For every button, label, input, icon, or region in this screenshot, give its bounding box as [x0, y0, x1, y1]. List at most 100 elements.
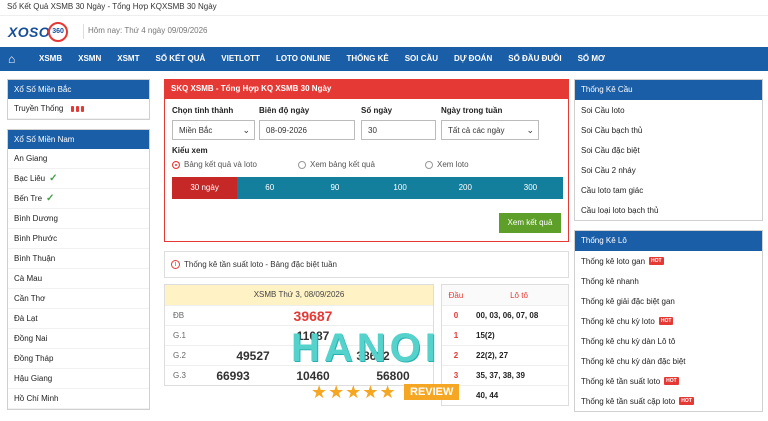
province-link[interactable]: Bạc Liêu ✓ [8, 169, 149, 189]
chevron-down-icon: ⌄ [526, 125, 534, 135]
hot-badge: HOT [664, 377, 679, 385]
radio-icon [425, 160, 433, 169]
weekday-select[interactable]: Tất cả các ngày ⌄ [441, 120, 539, 140]
nav-so-dau-duoi[interactable]: SỔ ĐẦU ĐUÔI [500, 47, 569, 71]
radio-icon [298, 160, 306, 169]
province-link[interactable]: Đồng Nai [8, 329, 149, 349]
date-input[interactable]: 08-09-2026 [259, 120, 355, 140]
live-indicator-icon [71, 105, 85, 112]
weekday-label: Ngày trong tuần [441, 106, 503, 115]
loto-header: Đầu Lô tô [442, 285, 568, 305]
lo-link[interactable]: Thống kê loto gan HOT [575, 251, 762, 271]
nav-so-mo[interactable]: SỔ MƠ [570, 47, 613, 71]
province-link[interactable]: Bình Thuận [8, 249, 149, 269]
south-title: Xổ Số Miền Nam [8, 130, 149, 149]
info-icon: i [171, 260, 180, 269]
table-row: ĐB 39687 [165, 305, 433, 325]
panel-title: SKQ XSMB - Tổng Hợp KQ XSMB 30 Ngày [164, 79, 569, 99]
table-row: 3 35, 37, 38, 39 [442, 365, 568, 385]
home-icon[interactable]: ⌂ [8, 52, 22, 66]
nav-vietlott[interactable]: VIETLOTT [213, 47, 268, 71]
main-panel: SKQ XSMB - Tổng Hợp KQ XSMB 30 Ngày Chọn… [164, 79, 569, 406]
nav-xsmt[interactable]: XSMT [109, 47, 147, 71]
table-row: G.3 66993 10460 56800 [165, 365, 433, 385]
divider [83, 24, 84, 39]
cau-link[interactable]: Cầu loại loto bạch thủ [575, 200, 762, 220]
nav-xsmb[interactable]: XSMB [31, 47, 70, 71]
north-item[interactable]: Truyền Thống [8, 99, 149, 119]
days-input[interactable]: 30 [361, 120, 436, 140]
table-row: 4 40, 44 [442, 385, 568, 405]
cau-link[interactable]: Soi Cầu đặc biệt [575, 140, 762, 160]
lo-link[interactable]: Thống kê chu kỳ dàn Lô tô [575, 331, 762, 351]
nav-loto-online[interactable]: LOTO ONLINE [268, 47, 339, 71]
province-link[interactable]: Bình Dương [8, 209, 149, 229]
north-title: Xổ Số Miền Bắc [8, 80, 149, 99]
result-table: XSMB Thứ 3, 08/09/2026 ĐB 39687 G.1 11087 … [164, 284, 434, 386]
nav-so-ket-qua[interactable]: SỔ KẾT QUẢ [147, 47, 213, 71]
nav-xsmn[interactable]: XSMN [70, 47, 109, 71]
lo-link[interactable]: Thống kê tần suất cặp loto HOT [575, 391, 762, 411]
day-range-tabs: 30 ngày 60 90 100 200 300 [172, 177, 563, 199]
cau-link[interactable]: Soi Cầu 2 nháy [575, 160, 762, 180]
date-label: Biên độ ngày [259, 106, 310, 115]
tab-60[interactable]: 60 [237, 177, 302, 199]
chevron-down-icon: ⌄ [242, 125, 250, 135]
province-link[interactable]: An Giang [8, 149, 149, 169]
nav-du-doan[interactable]: DỰ ĐOÁN [446, 47, 500, 71]
header: XOSO 360 Hôm nay: Thứ 4 ngày 09/09/2026 [0, 16, 768, 46]
radio-loto[interactable]: Xem loto [425, 160, 469, 169]
table-row: G.1 11087 [165, 325, 433, 345]
radio-results[interactable]: Xem bảng kết quả [298, 160, 375, 169]
nav-thong-ke[interactable]: THỐNG KÊ [338, 47, 396, 71]
view-label: Kiểu xem [172, 146, 208, 155]
hot-badge: HOT [649, 257, 664, 265]
lo-link[interactable]: Thống kê chu kỳ dàn đặc biệt [575, 351, 762, 371]
main-nav: ⌂ XSMB XSMN XSMT SỔ KẾT QUẢ VIETLOTT LOTO ONL… [0, 47, 768, 71]
cau-link[interactable]: Soi Cầu loto [575, 100, 762, 120]
view-results-button[interactable]: Xem kết quả [499, 213, 561, 233]
province-label: Chọn tỉnh thành [172, 106, 234, 115]
province-link[interactable]: Đồng Tháp [8, 349, 149, 369]
province-link[interactable]: Bình Phước [8, 229, 149, 249]
province-link[interactable]: Cà Mau [8, 269, 149, 289]
tab-300[interactable]: 300 [498, 177, 563, 199]
nav-soi-cau[interactable]: SOI CẦU [397, 47, 446, 71]
right-sidebar: Thống Kê Cầu Soi Cầu loto Soi Cầu bạch th… [574, 79, 763, 421]
lo-link[interactable]: Thống kê tần suất loto HOT [575, 371, 762, 391]
lo-link[interactable]: Thống kê giải đặc biệt gan [575, 291, 762, 311]
radio-results-loto[interactable]: Bảng kết quả và loto [172, 160, 257, 169]
province-link[interactable]: Bến Tre ✓ [8, 189, 149, 209]
tab-200[interactable]: 200 [433, 177, 498, 199]
tab-100[interactable]: 100 [368, 177, 433, 199]
cau-link[interactable]: Soi Cầu bạch thủ [575, 120, 762, 140]
tab-30[interactable]: 30 ngày [172, 177, 238, 199]
province-link[interactable]: Hậu Giang [8, 369, 149, 389]
province-link[interactable]: Đà Lạt [8, 309, 149, 329]
check-icon: ✓ [46, 193, 55, 204]
radio-selected-icon [172, 160, 180, 169]
province-select[interactable]: Miền Bắc ⌄ [172, 120, 255, 140]
days-label: Số ngày [361, 106, 393, 115]
filter-form: Chọn tỉnh thành Miền Bắc ⌄ Biên độ ngày 0… [164, 99, 569, 242]
tab-90[interactable]: 90 [302, 177, 367, 199]
hot-badge: HOT [679, 397, 694, 405]
table-row: 1 15(2) [442, 325, 568, 345]
stat-link[interactable]: i Thống kê tần suất loto - Bảng đặc biệt … [164, 251, 569, 278]
loto-table: Đầu Lô tô 0 00, 03, 06, 07, 08 1 15(2) 2 22(… [441, 284, 569, 406]
today-date: Hôm nay: Thứ 4 ngày 09/09/2026 [88, 26, 208, 35]
result-header: XSMB Thứ 3, 08/09/2026 [165, 285, 433, 305]
table-row: 0 00, 03, 06, 07, 08 [442, 305, 568, 325]
lo-link[interactable]: Thống kê chu kỳ loto HOT [575, 311, 762, 331]
table-row: G.2 49527 38622 [165, 345, 433, 365]
left-sidebar: Xổ Số Miền Bắc Truyền Thống Xổ Số Miền Na… [7, 79, 150, 419]
hot-badge: HOT [658, 317, 674, 325]
lo-link[interactable]: Thống kê nhanh [575, 271, 762, 291]
site-logo[interactable]: XOSO 360 [8, 22, 78, 42]
province-link[interactable]: Cần Thơ [8, 289, 149, 309]
cau-link[interactable]: Cầu loto tam giác [575, 180, 762, 200]
page-title-bar: Sổ Kết Quả XSMB 30 Ngày - Tổng Hợp KQXSM… [0, 0, 768, 16]
check-icon: ✓ [49, 173, 58, 184]
province-link[interactable]: Hồ Chí Minh [8, 389, 149, 409]
cau-title: Thống Kê Cầu [575, 80, 762, 100]
